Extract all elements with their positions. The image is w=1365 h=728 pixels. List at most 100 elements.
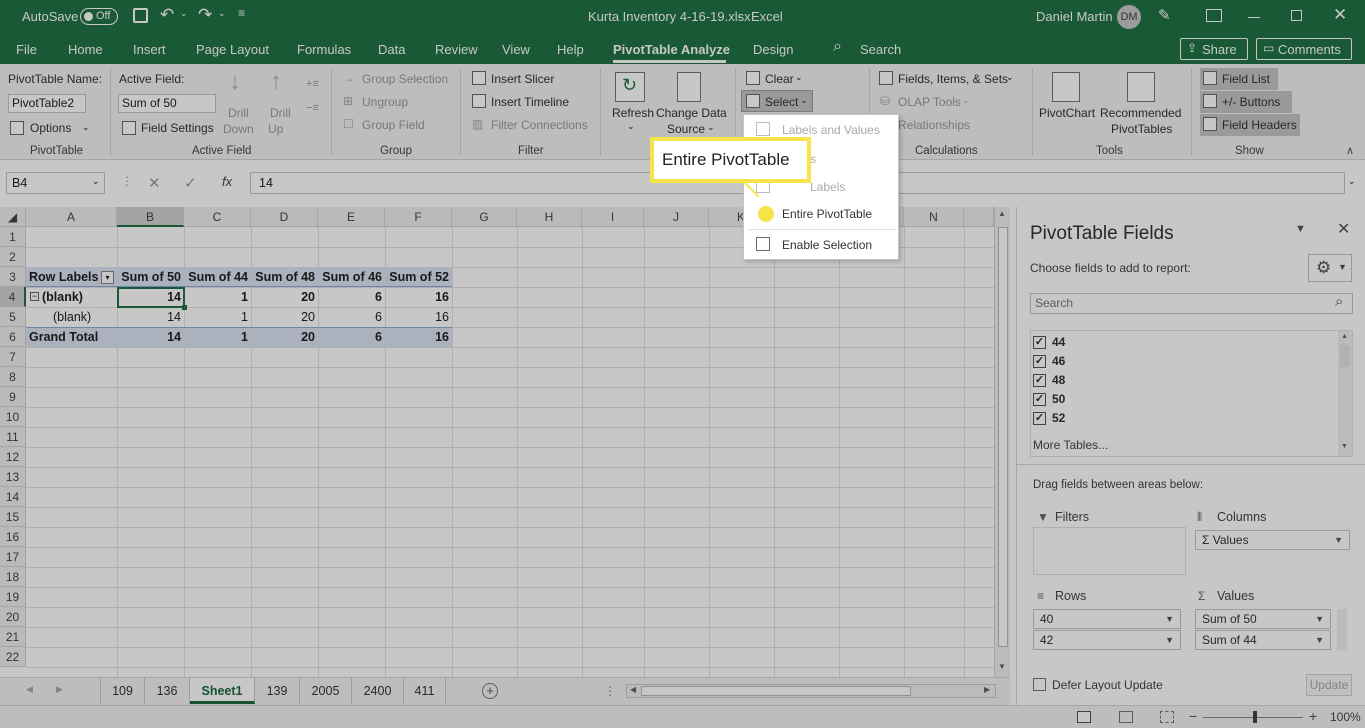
- pivot-cell[interactable]: 20: [251, 287, 318, 307]
- restore-icon[interactable]: [1291, 10, 1302, 21]
- field-search-input[interactable]: Search: [1030, 293, 1353, 314]
- row-header-12[interactable]: 12: [0, 447, 26, 467]
- pivot-cell[interactable]: 6: [318, 307, 385, 327]
- select-button[interactable]: Select ⌄: [741, 90, 813, 112]
- recommended-pivottables-label-1[interactable]: Recommended: [1100, 106, 1181, 120]
- fields-items-sets-button[interactable]: Fields, Items, & Sets: [898, 72, 1008, 86]
- grand-total-cell[interactable]: 16: [385, 327, 452, 347]
- row-header-16[interactable]: 16: [0, 527, 26, 547]
- values-scrollbar[interactable]: [1337, 609, 1347, 651]
- filters-area[interactable]: [1033, 527, 1186, 575]
- expand-formula-icon[interactable]: ⌄: [1348, 176, 1356, 187]
- checkbox-checked-icon[interactable]: ✓: [1033, 412, 1046, 426]
- checkbox-checked-icon[interactable]: ✓: [1033, 374, 1046, 388]
- tab-data[interactable]: Data: [378, 42, 405, 57]
- row-header-20[interactable]: 20: [0, 607, 26, 627]
- col-header-g[interactable]: G: [452, 207, 517, 227]
- redo-dropdown-icon[interactable]: ⌄: [218, 8, 226, 19]
- collapse-ribbon-icon[interactable]: ∧: [1346, 144, 1354, 157]
- row-header-17[interactable]: 17: [0, 547, 26, 567]
- change-data-source-icon[interactable]: [677, 72, 701, 102]
- row-header-21[interactable]: 21: [0, 627, 26, 647]
- row-header-6[interactable]: 6: [0, 327, 26, 347]
- fields-items-dropdown-icon[interactable]: ⌄: [1006, 72, 1014, 83]
- insert-timeline-button[interactable]: Insert Timeline: [491, 95, 569, 109]
- refresh-button[interactable]: Refresh: [612, 106, 654, 120]
- collapse-icon[interactable]: −: [30, 292, 39, 301]
- autosave-toggle[interactable]: Off: [80, 8, 118, 25]
- prev-sheet-icon[interactable]: ◀: [26, 684, 33, 695]
- sheet-tab[interactable]: 136: [145, 678, 190, 704]
- select-all-corner[interactable]: ◢: [0, 207, 26, 227]
- fields-items-icon[interactable]: [879, 71, 893, 85]
- row-header-14[interactable]: 14: [0, 487, 26, 507]
- timeline-icon[interactable]: [472, 94, 486, 108]
- tab-split-handle-icon[interactable]: ⋮: [604, 684, 616, 698]
- row-header-11[interactable]: 11: [0, 427, 26, 447]
- clear-icon[interactable]: [746, 71, 760, 85]
- zoom-slider-thumb[interactable]: [1253, 711, 1257, 723]
- row-header-18[interactable]: 18: [0, 567, 26, 587]
- insert-slicer-button[interactable]: Insert Slicer: [491, 72, 554, 86]
- clear-dropdown-icon[interactable]: ⌄: [795, 72, 803, 83]
- pivot-header-sum-50[interactable]: Sum of 50: [117, 267, 184, 287]
- zoom-level[interactable]: 100%: [1330, 710, 1361, 724]
- pivotchart-icon[interactable]: [1052, 72, 1080, 102]
- redo-icon[interactable]: ↷: [198, 5, 212, 25]
- more-tables-link[interactable]: More Tables...: [1033, 438, 1108, 452]
- close-icon[interactable]: ✕: [1333, 5, 1347, 25]
- checkbox-checked-icon[interactable]: ✓: [1033, 355, 1046, 369]
- cancel-icon[interactable]: ✕: [148, 174, 161, 192]
- sheet-tab-active[interactable]: Sheet1: [190, 678, 255, 704]
- row-header-5[interactable]: 5: [0, 307, 26, 327]
- change-data-source-label-1[interactable]: Change Data: [656, 106, 727, 120]
- pivot-header-sum-52[interactable]: Sum of 52: [385, 267, 452, 287]
- pivot-cell[interactable]: 1: [184, 307, 251, 327]
- pivotchart-button[interactable]: PivotChart: [1039, 106, 1095, 120]
- row-header-10[interactable]: 10: [0, 407, 26, 427]
- row-header-2[interactable]: 2: [0, 247, 26, 267]
- recommended-pivottables-label-2[interactable]: PivotTables: [1111, 122, 1172, 136]
- slicer-icon[interactable]: [472, 71, 486, 85]
- col-header-j[interactable]: J: [644, 207, 709, 227]
- pivot-row-label[interactable]: (blank): [39, 287, 117, 307]
- col-header-b[interactable]: B: [117, 207, 184, 227]
- sheet-tab[interactable]: 2005: [300, 678, 352, 704]
- pivot-cell[interactable]: 14: [117, 307, 184, 327]
- col-header-e[interactable]: E: [318, 207, 385, 227]
- update-button[interactable]: Update: [1306, 674, 1352, 696]
- checkbox-checked-icon[interactable]: ✓: [1033, 393, 1046, 407]
- col-header-i[interactable]: I: [582, 207, 644, 227]
- page-break-view-icon[interactable]: [1160, 711, 1174, 723]
- tab-file[interactable]: File: [16, 42, 37, 57]
- pivot-cell[interactable]: 16: [385, 287, 452, 307]
- options-dropdown-icon[interactable]: ⌄: [82, 122, 90, 133]
- field-item[interactable]: ✓ 46: [1033, 354, 1065, 369]
- row-header-4[interactable]: 4: [0, 287, 26, 307]
- scroll-down-icon[interactable]: ▼: [998, 662, 1006, 671]
- pivot-header-sum-48[interactable]: Sum of 48: [251, 267, 318, 287]
- tab-review[interactable]: Review: [435, 42, 478, 57]
- row-header-19[interactable]: 19: [0, 587, 26, 607]
- tab-design[interactable]: Design: [753, 42, 793, 57]
- next-sheet-icon[interactable]: ▶: [56, 684, 63, 695]
- tab-formulas[interactable]: Formulas: [297, 42, 351, 57]
- horizontal-scrollbar[interactable]: ◀ ▶: [626, 684, 996, 698]
- row-header-9[interactable]: 9: [0, 387, 26, 407]
- options-icon[interactable]: [10, 121, 24, 135]
- tab-home[interactable]: Home: [68, 42, 103, 57]
- grand-total-label[interactable]: Grand Total: [26, 327, 117, 347]
- tab-insert[interactable]: Insert: [133, 42, 166, 57]
- field-item[interactable]: ✓ 48: [1033, 373, 1065, 388]
- pivot-cell[interactable]: 6: [318, 287, 385, 307]
- row-header-22[interactable]: 22: [0, 647, 26, 667]
- active-field-input[interactable]: Sum of 50: [118, 94, 216, 113]
- field-item[interactable]: ✓ 52: [1033, 411, 1065, 426]
- col-header-h[interactable]: H: [517, 207, 582, 227]
- col-header-c[interactable]: C: [184, 207, 251, 227]
- zoom-out-icon[interactable]: −: [1189, 708, 1197, 724]
- change-data-dropdown-icon[interactable]: ⌄: [707, 122, 715, 133]
- tab-help[interactable]: Help: [557, 42, 584, 57]
- field-list-scroll-thumb[interactable]: [1340, 345, 1350, 367]
- enter-icon[interactable]: ✓: [184, 174, 197, 192]
